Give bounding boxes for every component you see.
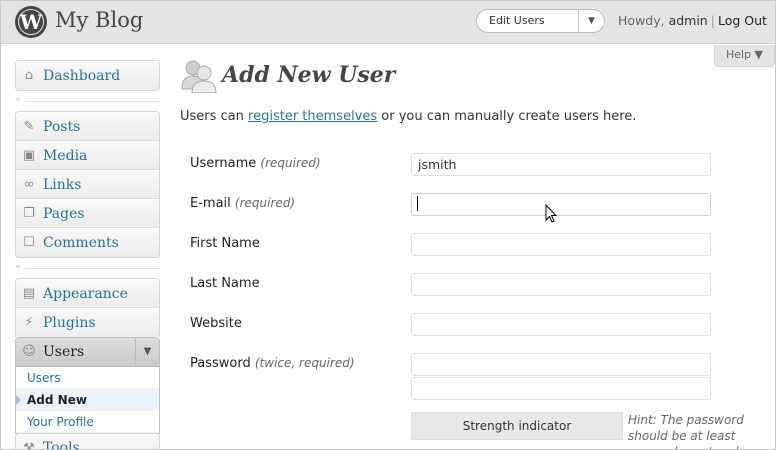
submenu-item-users[interactable]: Users [16,367,159,389]
username-label-text: Username [190,156,257,171]
users-icon [181,60,217,93]
users-icon: ☺ [22,344,36,359]
site-title[interactable]: My Blog [55,8,143,32]
menu-item-label: Tools [43,440,80,450]
menu-item-appearance[interactable]: ▤ Appearance [16,279,159,308]
password-hint: Hint: The password should be at least se… [628,413,765,449]
plugin-icon: ⚡ [24,315,34,330]
collapse-arrow-icon[interactable]: « [15,95,21,105]
register-themselves-link[interactable]: register themselves [248,109,377,124]
intro-text-start: Users can [180,109,249,124]
menu-item-label: Dashboard [43,68,121,84]
tools-icon: ⚒ [23,441,35,450]
pin-icon: ✎ [23,119,35,134]
menu-group-users: ☺ Users ▼ Users Add New Your Profile [15,337,160,434]
help-tab[interactable]: Help ▼ [714,45,775,67]
email-label-text: E-mail [190,196,231,211]
password-confirm-field[interactable] [411,377,711,400]
favorite-actions-dropdown[interactable]: Edit Users ▼ [476,9,605,33]
menu-group-dashboard: ⌂ Dashboard [15,60,160,91]
password-field[interactable] [411,353,711,376]
menu-item-media[interactable]: ▣ Media [16,141,159,170]
menu-group-tools: ⚒ Tools [15,433,160,450]
menu-item-comments[interactable]: ☐ Comments [16,228,159,257]
pages-icon: ❐ [23,206,35,221]
password-label-text: Password [190,356,251,371]
menu-item-posts[interactable]: ✎ Posts [16,112,159,141]
last-name-label: Last Name [190,276,260,291]
wordpress-admin-window: W My Blog Edit Users ▼ Howdy, admin | Log … [0,0,776,450]
menu-group-site: ▤ Appearance ⚡ Plugins [15,278,160,337]
intro-text-end: or you can manually create users here. [377,109,637,124]
password-strength-indicator: Strength indicator [411,412,623,440]
text-caret [417,196,418,211]
logout-link[interactable]: Log Out [718,13,767,28]
admin-header: W My Blog Edit Users ▼ Howdy, admin | Log … [1,1,775,44]
menu-item-label: Users [43,344,85,360]
intro-text: Users can register themselves or you can… [180,109,636,124]
menu-item-dashboard[interactable]: ⌂ Dashboard [16,61,159,90]
separator-line [25,101,160,102]
email-field[interactable] [411,193,711,216]
last-name-field[interactable] [411,273,711,296]
first-name-label: First Name [190,236,260,251]
user-info: Howdy, admin | Log Out [618,13,767,28]
user-info-separator: | [710,13,715,28]
appearance-icon: ▤ [22,286,36,301]
wordpress-logo-icon[interactable]: W [15,6,47,38]
menu-item-label: Comments [43,235,119,251]
menu-separator[interactable]: « [15,262,160,274]
menu-item-label: Pages [43,206,85,222]
menu-item-label: Posts [43,119,81,135]
submenu-item-your-profile[interactable]: Your Profile [16,411,159,433]
menu-item-label: Plugins [43,315,96,331]
email-label: E-mail (required) [190,196,295,211]
menu-item-label: Links [43,177,82,193]
menu-separator[interactable]: « [15,95,160,107]
favorite-action-label[interactable]: Edit Users [489,14,545,27]
password-label: Password (twice, required) [190,356,355,371]
menu-item-tools[interactable]: ⚒ Tools [16,434,159,450]
chevron-down-icon[interactable]: ▼ [578,10,604,32]
separator-line [25,268,160,269]
link-icon: ∞ [23,177,35,192]
submenu-item-add-new[interactable]: Add New [16,389,159,411]
required-note: (twice, required) [254,356,355,370]
menu-item-links[interactable]: ∞ Links [16,170,159,199]
profile-link[interactable]: admin [669,13,708,28]
menu-item-pages[interactable]: ❐ Pages [16,199,159,228]
collapse-arrow-icon[interactable]: « [15,262,21,272]
comment-icon: ☐ [23,235,35,250]
chevron-down-icon[interactable]: ▼ [135,338,159,366]
menu-item-label: Appearance [43,286,128,302]
required-note: (required) [234,196,296,210]
required-note: (required) [260,156,321,170]
media-icon: ▣ [22,148,36,163]
menu-group-content: ✎ Posts ▣ Media ∞ Links ❐ Pages ☐ Commen… [15,111,160,258]
username-field[interactable] [411,153,711,176]
howdy-text: Howdy, [618,13,665,28]
website-label: Website [190,316,242,331]
mouse-cursor-icon [545,204,557,223]
menu-item-users[interactable]: ☺ Users ▼ [16,338,159,367]
dashboard-icon: ⌂ [24,68,34,83]
page-title: Add New User [222,62,396,88]
username-label: Username (required) [190,156,321,171]
website-field[interactable] [411,313,711,336]
first-name-field[interactable] [411,233,711,256]
menu-item-label: Media [43,148,88,164]
menu-item-plugins[interactable]: ⚡ Plugins [16,308,159,337]
users-submenu: Users Add New Your Profile [16,367,159,433]
